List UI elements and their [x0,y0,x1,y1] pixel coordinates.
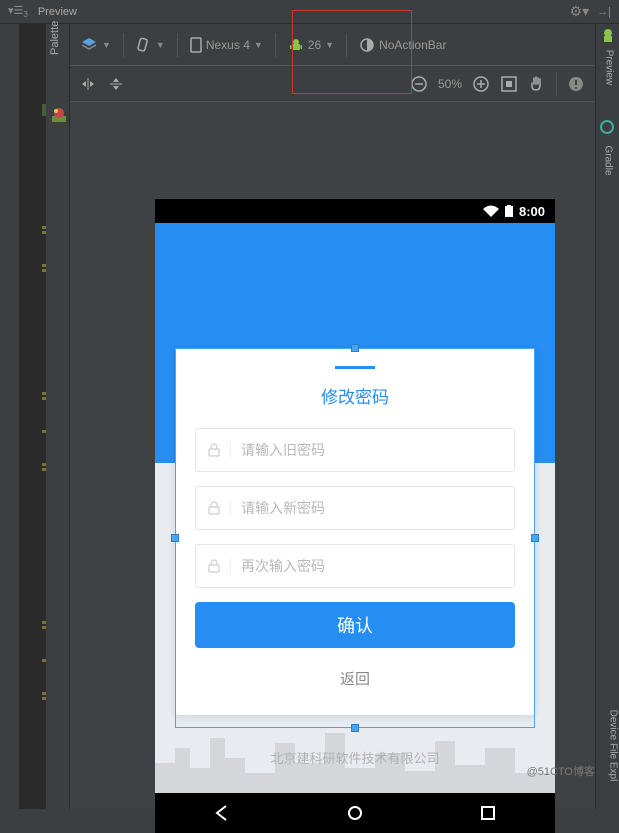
right-gutter [595,24,619,809]
back-button[interactable]: 返回 [195,662,515,695]
palette-panel [46,24,70,809]
password-change-card: 修改密码 请输入旧密码 请输入新密码 [175,348,535,715]
android-status-bar: 8:00 [155,199,555,223]
device-selector[interactable]: Nexus 4 ▼ [190,37,263,53]
menu-icon[interactable]: ▾☰3 [8,4,28,19]
confirm-password-placeholder: 再次输入密码 [241,556,325,576]
theme-name: NoActionBar [379,38,446,52]
selection-handle-w[interactable] [171,534,179,542]
old-password-placeholder: 请输入旧密码 [241,440,325,460]
palette-icon[interactable] [52,108,66,122]
expand-horizontal-icon[interactable] [80,76,96,92]
new-password-input[interactable]: 请输入新密码 [195,486,515,530]
panel-title: Preview [38,6,77,18]
device-name: Nexus 4 [206,38,250,52]
device-file-tab-label[interactable]: Device File Expl [608,710,619,782]
theme-selector[interactable]: NoActionBar [359,37,446,53]
back-button-label: 返回 [340,671,370,688]
zoom-out-button[interactable] [410,75,428,93]
android-icon [288,37,304,53]
api-selector[interactable]: 26 ▼ [288,37,334,53]
confirm-button-label: 确认 [337,612,373,638]
selection-handle-e[interactable] [531,534,539,542]
new-password-placeholder: 请输入新密码 [241,498,325,518]
confirm-button[interactable]: 确认 [195,602,515,648]
fit-screen-icon[interactable] [500,75,518,93]
watermark: @51CTO博客 [527,763,595,779]
wifi-icon [483,205,499,217]
left-gutter-1 [0,24,20,809]
card-title: 修改密码 [195,383,515,408]
gradle-tab-icon[interactable] [600,120,614,134]
ide-header: ▾☰3 Preview ⚙▾ →| [0,0,619,24]
view-toolbar: 50% [70,66,595,102]
confirm-password-input[interactable]: 再次输入密码 [195,544,515,588]
nav-back-icon[interactable] [213,804,231,822]
warning-icon[interactable] [567,75,585,93]
collapse-icon[interactable]: →| [597,6,611,18]
device-config-toolbar: ▼ ▼ Nexus 4 ▼ 26 ▼ NoActionBar [70,24,595,66]
footer-text: 北京建科研软件技术有限公司 [155,748,555,767]
orientation-dropdown[interactable]: ▼ [136,37,165,53]
nav-recent-icon[interactable] [479,804,497,822]
palette-label[interactable]: Palette [49,21,61,55]
old-password-input[interactable]: 请输入旧密码 [195,428,515,472]
left-gutter-2 [20,24,46,809]
card-tab-indicator [335,366,375,369]
lock-icon [208,501,231,515]
app-screen: 修改密码 请输入旧密码 请输入新密码 [155,223,555,793]
gradle-tab-label[interactable]: Gradle [602,145,613,175]
android-nav-bar [155,793,555,833]
pan-icon[interactable] [528,75,546,93]
nav-home-icon[interactable] [346,804,364,822]
lock-icon [208,443,231,457]
device-preview-frame: 8:00 修改密码 请输入旧密码 [155,199,555,833]
preview-main-area: ▼ ▼ Nexus 4 ▼ 26 ▼ NoActionBar [70,24,595,809]
api-level: 26 [308,38,321,52]
gear-icon[interactable]: ⚙▾ [570,3,590,20]
zoom-in-button[interactable] [472,75,490,93]
selection-handle-s[interactable] [351,724,359,732]
expand-vertical-icon[interactable] [108,76,124,92]
preview-tab-label[interactable]: Preview [604,50,615,86]
status-time: 8:00 [519,204,545,219]
preview-tab-icon[interactable] [600,28,616,44]
battery-icon [505,205,513,217]
lock-icon [208,559,231,573]
zoom-level: 50% [438,77,462,91]
layers-dropdown[interactable]: ▼ [80,36,111,54]
selection-handle-n[interactable] [351,344,359,352]
